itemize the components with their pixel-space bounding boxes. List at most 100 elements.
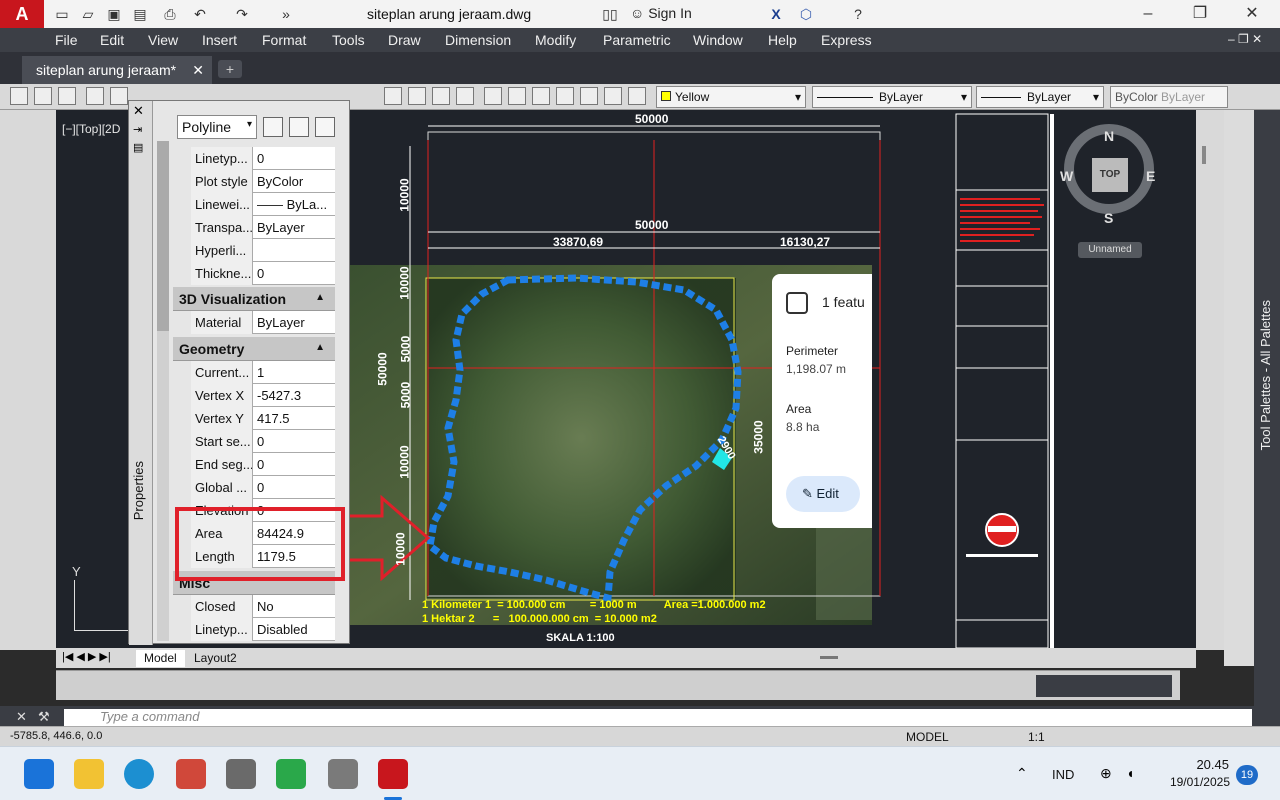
prop-row[interactable]: Linetyp... 0 (191, 147, 335, 170)
plotstyle-dropdown[interactable]: ByColor ByLayer (1110, 86, 1228, 108)
a360-icon[interactable]: ⬡ (796, 4, 816, 24)
doc-window-controls[interactable]: – ❐ ✕ (1228, 32, 1262, 46)
open-folder-icon[interactable]: ▱ (78, 4, 98, 24)
annotation-scale[interactable]: 1:1 (1028, 730, 1045, 744)
prop-value[interactable]: Disabled (254, 618, 334, 641)
autocad-logo-icon[interactable]: A (0, 0, 44, 28)
prop-row[interactable]: Linetyp... Disabled (191, 618, 335, 641)
clock-time[interactable]: 20.45 (1163, 757, 1229, 772)
toggle-pickadd-icon[interactable] (263, 117, 283, 137)
redo-icon[interactable]: ↷ (232, 4, 252, 24)
section-3d-visualization[interactable]: 3D Visualization ▲ (173, 287, 335, 311)
save-icon[interactable]: ▣ (104, 4, 124, 24)
prop-value[interactable]: ByLayer (254, 216, 334, 239)
prop-value[interactable]: 0 (254, 453, 334, 476)
prop-value[interactable]: ByLayer (254, 311, 334, 334)
edit-button[interactable]: ✎ Edit (786, 476, 860, 512)
file-explorer-icon[interactable] (74, 759, 104, 789)
menu-view[interactable]: View (148, 32, 178, 48)
menu-format[interactable]: Format (262, 32, 306, 48)
app-icon[interactable] (226, 759, 256, 789)
nav-scroll-handle[interactable] (1202, 146, 1206, 164)
menu-express[interactable]: Express (821, 32, 872, 48)
design-center-icon[interactable] (508, 87, 526, 105)
autohide-icon[interactable]: ⇥ (133, 123, 142, 136)
file-tab[interactable]: siteplan arung jeraam* ✕ (22, 56, 212, 84)
menu-parametric[interactable]: Parametric (603, 32, 671, 48)
lineweight-dropdown[interactable]: ByLayer ▾ (976, 86, 1104, 108)
prop-row[interactable]: Vertex Y 417.5 (191, 407, 335, 430)
prop-value[interactable]: 1 (254, 361, 334, 384)
properties-scrollbar-thumb[interactable] (157, 141, 169, 331)
app-icon[interactable] (176, 759, 206, 789)
network-icon[interactable]: ⊕ (1100, 765, 1112, 782)
help-icon[interactable] (628, 87, 646, 105)
app-icon[interactable] (328, 759, 358, 789)
viewcube-south[interactable]: S (1104, 210, 1113, 226)
new-tab-button[interactable]: + (218, 60, 242, 78)
tab-nav-arrows[interactable]: |◀ ◀ ▶ ▶| (62, 650, 111, 663)
new-icon[interactable] (10, 87, 28, 105)
prop-row[interactable]: Start se... 0 (191, 430, 335, 453)
prop-value[interactable]: -5427.3 (254, 384, 334, 407)
prop-value[interactable]: 0 (254, 147, 334, 170)
prop-row[interactable]: Plot style ByColor (191, 170, 335, 193)
preview-icon[interactable] (110, 87, 128, 105)
prop-row[interactable]: Current... 1 (191, 361, 335, 384)
quick-select-icon[interactable] (315, 117, 335, 137)
notification-badge[interactable]: 19 (1236, 765, 1258, 785)
prop-row[interactable]: Closed No (191, 595, 335, 618)
minimize-button[interactable]: – (1136, 3, 1160, 25)
calculator-icon[interactable] (604, 87, 622, 105)
language-indicator[interactable]: IND (1052, 767, 1074, 782)
open-icon[interactable] (34, 87, 52, 105)
tool-palettes-icon[interactable] (532, 87, 550, 105)
start-icon[interactable] (24, 759, 54, 789)
clock-date[interactable]: 19/01/2025 (1146, 775, 1230, 789)
tab-model[interactable]: Model (136, 650, 185, 667)
section-geometry[interactable]: Geometry ▲ (173, 337, 335, 361)
linetype-dropdown[interactable]: ByLayer ▾ (812, 86, 972, 108)
prop-row[interactable]: Material ByLayer (191, 311, 335, 334)
bottom-dropdown[interactable] (1036, 675, 1172, 697)
command-input[interactable]: Type a command (64, 709, 1252, 726)
more-icon[interactable]: » (276, 4, 296, 24)
menu-tools[interactable]: Tools (332, 32, 365, 48)
viewcube-west[interactable]: W (1060, 168, 1073, 184)
save-as-icon[interactable]: ▤ (130, 4, 150, 24)
prop-row[interactable]: Linewei... —— ByLa... (191, 193, 335, 216)
new-file-icon[interactable]: ▭ (52, 4, 72, 24)
binoculars-icon[interactable]: ▯▯ (600, 4, 620, 24)
restore-button[interactable]: ❐ (1188, 3, 1212, 25)
undo-icon[interactable]: ↶ (190, 4, 210, 24)
model-space-button[interactable]: MODEL (906, 730, 949, 744)
prop-row[interactable]: Thickne... 0 (191, 262, 335, 285)
menu-insert[interactable]: Insert (202, 32, 237, 48)
plot-icon[interactable] (86, 87, 104, 105)
object-type-select[interactable]: Polyline ▾ (177, 115, 257, 139)
prop-row[interactable]: Global ... 0 (191, 476, 335, 499)
save-icon[interactable] (58, 87, 76, 105)
prop-value[interactable]: 417.5 (254, 407, 334, 430)
customize-wrench-icon[interactable]: ⚒ (38, 709, 50, 725)
menu-window[interactable]: Window (693, 32, 743, 48)
menu-dimension[interactable]: Dimension (445, 32, 511, 48)
close-tab-icon[interactable]: ✕ (192, 62, 204, 79)
prop-row[interactable]: Vertex X -5427.3 (191, 384, 335, 407)
prop-value[interactable] (254, 239, 334, 262)
collapse-icon[interactable]: ▲ (315, 292, 325, 303)
sign-in-button[interactable]: ☺ Sign In (630, 5, 692, 21)
viewcube-top-face[interactable]: TOP (1092, 158, 1128, 192)
menu-help[interactable]: Help (768, 32, 797, 48)
zoom-previous-icon[interactable] (456, 87, 474, 105)
properties-palette[interactable]: ✕ ⇥ ▤ Properties Polyline ▾ Linetyp... 0 P… (128, 100, 350, 645)
palette-menu-icon[interactable]: ▤ (133, 141, 143, 154)
collapse-icon[interactable]: ▲ (315, 342, 325, 353)
exchange-icon[interactable]: X (766, 4, 786, 24)
autocad-taskbar-icon[interactable] (378, 759, 408, 789)
prop-value[interactable]: 0 (254, 476, 334, 499)
tab-splitter[interactable] (820, 656, 838, 659)
properties-icon[interactable] (484, 87, 502, 105)
color-dropdown[interactable]: Yellow ▾ (656, 86, 806, 108)
menu-edit[interactable]: Edit (100, 32, 124, 48)
